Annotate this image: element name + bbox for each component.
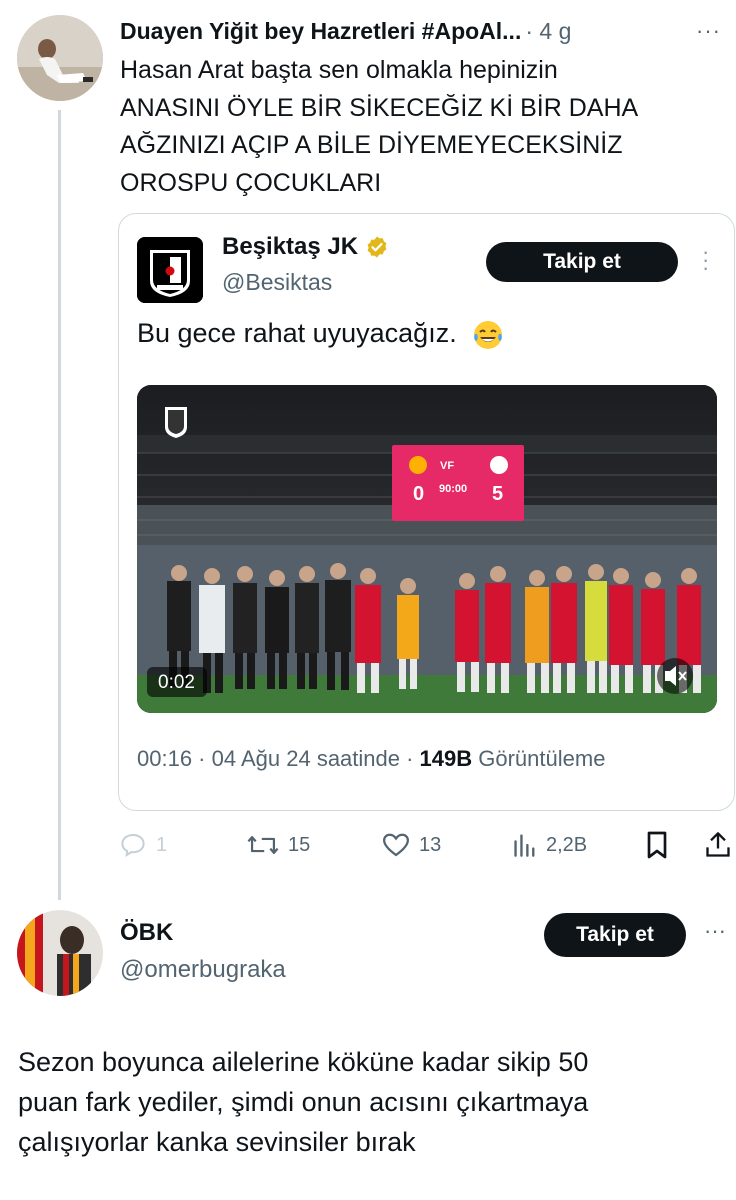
verified-gold-icon <box>367 236 387 258</box>
reply-text: Hasan Arat başta sen olmakla hepinizin A… <box>120 52 720 202</box>
reply-text-line: Hasan Arat başta sen olmakla hepinizin <box>120 56 558 84</box>
reply-text: Sezon boyunca ailelerine köküne kadar si… <box>18 1042 728 1162</box>
user-avatar[interactable] <box>17 910 103 996</box>
view-count: 149B <box>419 746 473 771</box>
svg-text:VF: VF <box>440 460 454 472</box>
like-action[interactable]: 13 <box>381 826 441 864</box>
retweet-action[interactable]: 15 <box>246 826 310 864</box>
vertical-more-icon[interactable]: · · · <box>702 241 709 279</box>
quoted-tweet-card[interactable]: Beşiktaş JK @Besiktas Takip et · · · Bu ge… <box>118 213 735 811</box>
quoted-tweet-text: Bu gece rahat uyuyacağız. <box>137 318 504 351</box>
reply-icon <box>121 833 145 857</box>
view-label: Görüntüleme <box>472 746 606 771</box>
video-duration: 0:02 <box>158 672 195 693</box>
score-away: 5 <box>492 483 503 505</box>
tweet-date[interactable]: 00:16 · 04 Ağu 24 saatinde · <box>137 746 420 771</box>
share-action[interactable] <box>704 826 732 864</box>
like-count: 13 <box>419 833 442 856</box>
more-options-icon[interactable]: ··· <box>696 18 721 44</box>
besiktas-logo-avatar[interactable] <box>137 237 203 303</box>
quoted-author-name[interactable]: Beşiktaş JK <box>222 233 358 261</box>
reply-text-line: OROSPU ÇOCUKLARI <box>120 168 382 197</box>
follow-button[interactable]: Takip et <box>544 913 686 957</box>
retweet-count: 15 <box>288 833 311 856</box>
video-player[interactable]: VF 0 90:00 5 0:02 <box>137 385 717 713</box>
thread-line <box>58 110 61 900</box>
quoted-author-handle[interactable]: @Besiktas <box>222 269 332 296</box>
reply-text-line: ANASINI ÖYLE BİR SİKECEĞİZ Kİ BİR DAHA <box>120 93 639 122</box>
tweet-meta: 00:16 · 04 Ağu 24 saatinde · 149B Görünt… <box>137 746 605 772</box>
reply-text-line: puan fark yediler, şimdi onun acısını çı… <box>18 1087 589 1117</box>
reply-action[interactable]: 1 <box>118 826 167 864</box>
reply-text-line: Sezon boyunca ailelerine köküne kadar si… <box>18 1047 589 1077</box>
heart-icon <box>382 833 410 857</box>
reply-text-line: çalışıyorlar kanka sevinsiler bırak <box>18 1127 416 1157</box>
analytics-icon <box>514 834 535 857</box>
retweet-icon <box>247 836 279 854</box>
match-clock: 90:00 <box>439 483 467 495</box>
author-handle[interactable]: @omerbugraka <box>120 956 286 984</box>
follow-button[interactable]: Takip et <box>486 242 678 282</box>
reply-count: 1 <box>156 833 168 856</box>
mute-icon[interactable] <box>657 658 693 694</box>
reply-header: Duayen Yiğit bey Hazretleri #ApoAl... · … <box>120 14 720 48</box>
user-avatar[interactable] <box>17 15 103 101</box>
quoted-tweet-text-content: Bu gece rahat uyuyacağız. <box>137 318 457 348</box>
views-action[interactable]: 2,2B <box>512 826 587 864</box>
timestamp[interactable]: · 4 g <box>525 18 571 45</box>
share-icon <box>706 832 730 857</box>
score-home: 0 <box>413 483 424 505</box>
author-name[interactable]: Duayen Yiğit bey Hazretleri #ApoAl... <box>120 18 521 45</box>
quoted-author-row: Beşiktaş JK <box>222 233 389 261</box>
reply-text-line: AĞZINIZI AÇIP A BİLE DİYEMEYECEKSİNİZ <box>120 131 623 159</box>
more-options-icon[interactable]: ··· <box>704 918 726 944</box>
timeline: Duayen Yiğit bey Hazretleri #ApoAl... · … <box>0 0 736 1200</box>
tears-of-joy-emoji-icon <box>474 320 503 349</box>
author-name[interactable]: ÖBK <box>120 919 173 947</box>
views-count: 2,2B <box>546 833 588 856</box>
bookmark-action[interactable] <box>643 826 671 864</box>
bookmark-icon <box>647 831 667 859</box>
